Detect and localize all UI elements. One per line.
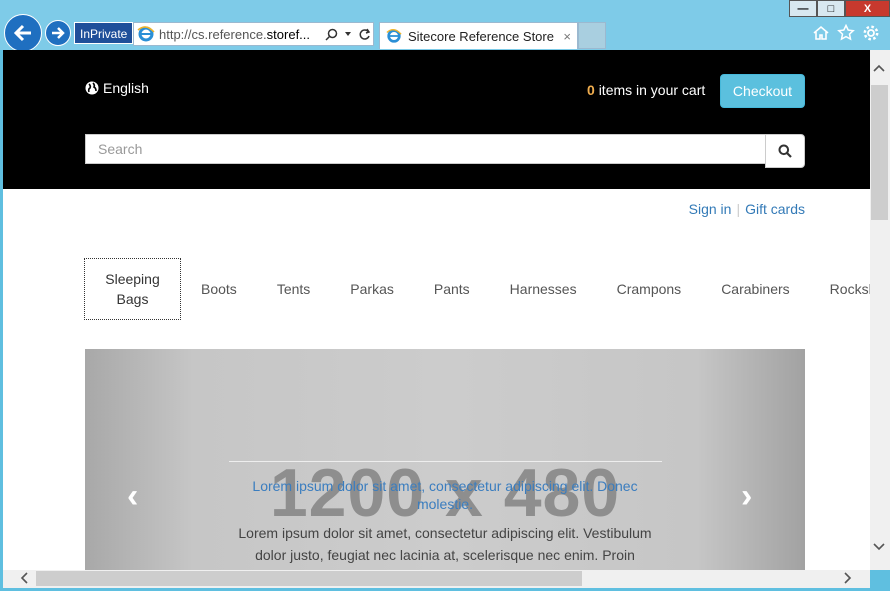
back-arrow-icon	[13, 24, 31, 42]
horizontal-scroll-thumb[interactable]	[36, 571, 582, 586]
maximize-button[interactable]: □	[817, 0, 845, 17]
home-icon[interactable]	[812, 24, 830, 42]
settings-gear-icon[interactable]	[862, 24, 880, 42]
back-button[interactable]	[4, 14, 42, 52]
language-label: English	[103, 80, 149, 96]
forward-button[interactable]	[45, 20, 71, 46]
category-sleeping-bags[interactable]: Sleeping Bags	[84, 258, 181, 320]
tab-title: Sitecore Reference Store	[408, 28, 554, 44]
close-window-button[interactable]: X	[845, 0, 890, 17]
caption-divider	[229, 461, 662, 462]
category-harnesses[interactable]: Harnesses	[490, 281, 597, 297]
browser-tab[interactable]: Sitecore Reference Store ×	[379, 22, 578, 49]
category-pants[interactable]: Pants	[414, 281, 490, 297]
ie-logo-icon	[386, 29, 402, 43]
search-input[interactable]: Search	[85, 134, 766, 164]
vertical-scroll-thumb[interactable]	[871, 85, 888, 220]
dropdown-icon[interactable]	[344, 30, 352, 38]
carousel-caption-text: Lorem ipsum dolor sit amet, consectetur …	[238, 525, 652, 563]
globe-icon	[85, 81, 99, 95]
gift-cards-link[interactable]: Gift cards	[745, 201, 805, 217]
category-tents[interactable]: Tents	[257, 281, 330, 297]
category-crampons[interactable]: Crampons	[597, 281, 702, 297]
forward-arrow-icon	[52, 27, 65, 39]
category-parkas[interactable]: Parkas	[330, 281, 414, 297]
category-rockshoes[interactable]: Rockshoes	[810, 281, 870, 297]
inprivate-badge: InPrivate	[74, 22, 134, 44]
url-text: http://cs.reference.storef...	[159, 26, 311, 42]
scroll-left-icon[interactable]	[19, 572, 29, 584]
checkout-button[interactable]: Checkout	[720, 74, 805, 108]
search-icon	[778, 144, 792, 158]
refresh-icon[interactable]	[358, 28, 371, 41]
cart-text: items in your cart	[598, 82, 706, 98]
category-carabiners[interactable]: Carabiners	[701, 281, 809, 297]
ie-logo-icon	[137, 26, 155, 42]
carousel-caption-title[interactable]: Lorem ipsum dolor sit amet, consectetur …	[225, 477, 665, 513]
search-button[interactable]	[765, 134, 805, 168]
sign-in-link[interactable]: Sign in	[689, 201, 732, 217]
new-tab-button[interactable]	[578, 22, 606, 49]
cart-count: 0	[587, 82, 595, 98]
link-separator: |	[736, 201, 741, 217]
hero-carousel: 1200 x 480 Lorem ipsum dolor sit amet, c…	[85, 349, 805, 570]
tab-close-icon[interactable]: ×	[563, 29, 571, 44]
address-bar[interactable]: http://cs.reference.storef...	[133, 22, 374, 46]
search-icon[interactable]	[325, 28, 338, 41]
favorites-star-icon[interactable]	[837, 24, 855, 42]
minimize-button[interactable]: —	[789, 0, 817, 17]
carousel-prev-arrow[interactable]: ‹	[127, 477, 138, 516]
site-header: English 0 items in your cart Checkout Se…	[3, 50, 870, 189]
scroll-up-icon[interactable]	[873, 63, 885, 73]
page-viewport: English 0 items in your cart Checkout Se…	[3, 50, 870, 570]
category-boots[interactable]: Boots	[181, 281, 257, 297]
scroll-right-icon[interactable]	[843, 572, 853, 584]
language-selector[interactable]: English	[85, 80, 149, 96]
account-links: Sign in | Gift cards	[689, 201, 805, 217]
scroll-down-icon[interactable]	[873, 542, 885, 552]
carousel-next-arrow[interactable]: ›	[741, 477, 752, 516]
category-nav: Sleeping Bags Boots Tents Parkas Pants H…	[84, 258, 870, 320]
cart-summary[interactable]: 0 items in your cart	[587, 82, 705, 98]
